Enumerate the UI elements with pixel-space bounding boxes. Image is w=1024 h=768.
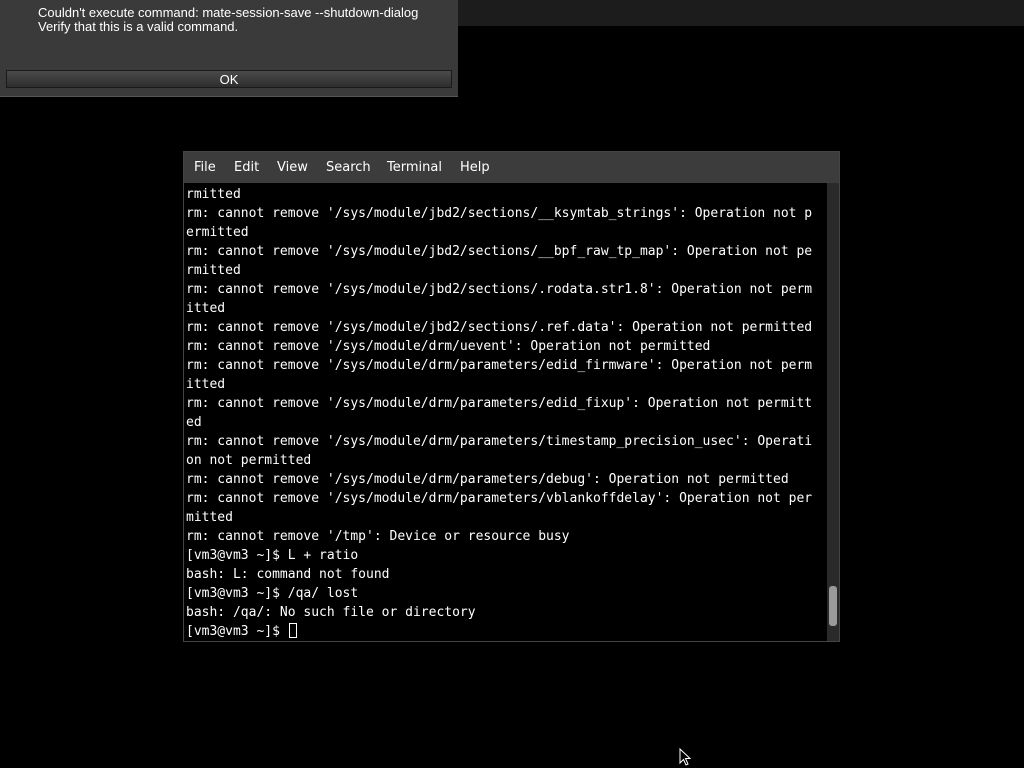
terminal-line: rm: cannot remove '/sys/module/jbd2/sect… — [186, 282, 813, 297]
terminal-prompt-line: [vm3@vm3 ~]$ — [186, 622, 812, 641]
desktop: Couldn't execute command: mate-session-s… — [0, 0, 1024, 768]
terminal-line: rmitted — [186, 187, 241, 202]
ok-button[interactable]: OK — [6, 70, 452, 88]
menu-help[interactable]: Help — [460, 152, 490, 183]
terminal-line: ermitted — [186, 225, 249, 240]
terminal-output[interactable]: rmitted rm: cannot remove '/sys/module/j… — [184, 183, 827, 641]
terminal-line: ed — [186, 415, 202, 430]
terminal-line: on not permitted — [186, 453, 312, 468]
terminal-line: mitted — [186, 510, 233, 525]
menu-file[interactable]: File — [194, 152, 216, 183]
error-dialog: Couldn't execute command: mate-session-s… — [0, 0, 458, 97]
terminal-prompt: [vm3@vm3 ~]$ — [186, 624, 288, 639]
scrollbar-thumb[interactable] — [829, 586, 837, 626]
menu-terminal[interactable]: Terminal — [387, 152, 442, 183]
terminal-line: rm: cannot remove '/sys/module/drm/param… — [186, 434, 813, 449]
terminal-line: [vm3@vm3 ~]$ L + ratio — [186, 548, 359, 563]
terminal-line: rm: cannot remove '/tmp': Device or reso… — [186, 529, 570, 544]
terminal-scrollbar[interactable] — [827, 183, 839, 641]
terminal-line: itted — [186, 377, 226, 392]
terminal-line: rm: cannot remove '/sys/module/jbd2/sect… — [186, 206, 813, 221]
terminal-line: itted — [186, 301, 226, 316]
terminal-line: rm: cannot remove '/sys/module/drm/param… — [186, 358, 813, 373]
terminal-cursor — [288, 623, 297, 638]
mouse-pointer-icon — [679, 748, 691, 766]
terminal-line: rm: cannot remove '/sys/module/jbd2/sect… — [186, 320, 813, 335]
menu-search[interactable]: Search — [326, 152, 371, 183]
terminal-window: File Edit View Search Terminal Help rmit… — [183, 151, 840, 642]
terminal-line: bash: /qa/: No such file or directory — [186, 605, 476, 620]
terminal-line: rm: cannot remove '/sys/module/jbd2/sect… — [186, 244, 813, 259]
dialog-message-line-1: Couldn't execute command: mate-session-s… — [38, 5, 419, 20]
terminal-line: rmitted — [186, 263, 241, 278]
terminal-line: rm: cannot remove '/sys/module/drm/ueven… — [186, 339, 711, 354]
terminal-line: rm: cannot remove '/sys/module/drm/param… — [186, 491, 813, 506]
terminal-line: [vm3@vm3 ~]$ /qa/ lost — [186, 586, 359, 601]
terminal-menubar: File Edit View Search Terminal Help — [184, 152, 839, 183]
terminal-line: bash: L: command not found — [186, 567, 390, 582]
terminal-line: rm: cannot remove '/sys/module/drm/param… — [186, 396, 813, 411]
menu-edit[interactable]: Edit — [234, 152, 259, 183]
dialog-message-line-2: Verify that this is a valid command. — [38, 19, 239, 34]
terminal-line: rm: cannot remove '/sys/module/drm/param… — [186, 472, 789, 487]
top-panel-strip — [458, 0, 1024, 26]
terminal-lines: rmitted rm: cannot remove '/sys/module/j… — [186, 185, 812, 641]
menu-view[interactable]: View — [277, 152, 308, 183]
dialog-message: Couldn't execute command: mate-session-s… — [38, 6, 418, 34]
